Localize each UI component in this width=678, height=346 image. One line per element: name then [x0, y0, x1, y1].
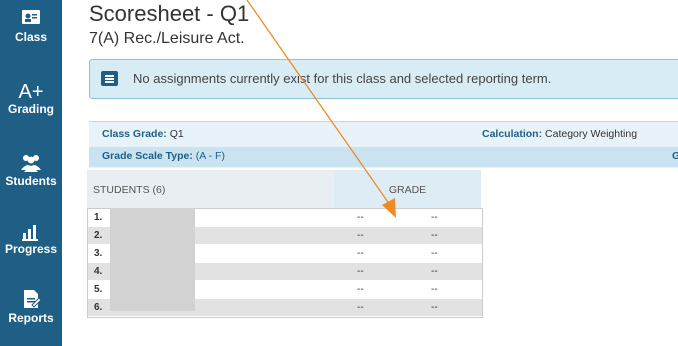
sidebar-item-grading[interactable]: A+ Grading: [0, 82, 62, 116]
sidebar-item-students[interactable]: Students: [0, 152, 62, 188]
row-number: 3.: [94, 248, 103, 259]
grade-scale-label: Grade Scale Type:: [102, 150, 193, 162]
sidebar-item-label: Grading: [7, 102, 54, 116]
progress-icon: [22, 225, 38, 241]
sidebar-item-progress[interactable]: Progress: [0, 222, 62, 256]
grade-cell: --: [431, 284, 438, 295]
grade-header-label: GRADE: [388, 184, 427, 196]
students-icon: [21, 155, 41, 172]
grade-cell: --: [357, 230, 364, 241]
row-number: 5.: [94, 284, 103, 295]
grade-cell: --: [357, 212, 364, 223]
grading-icon: A+: [18, 81, 44, 103]
row-number: 4.: [94, 266, 103, 277]
grade-cell: --: [431, 266, 438, 277]
grade-cell: --: [431, 248, 438, 259]
page-subtitle: 7(A) Rec./Leisure Act.: [89, 30, 245, 47]
grade-scale-value: (A - F): [195, 150, 225, 162]
page-title: Scoresheet - Q1: [89, 1, 250, 26]
grade-cell: --: [357, 302, 364, 313]
alert-text: No assignments currently exist for this …: [133, 71, 552, 86]
sidebar-item-label: Progress: [4, 242, 58, 256]
calculation-value: Category Weighting: [545, 128, 638, 140]
class-grade-label: Class Grade:: [102, 128, 167, 140]
row-number: 6.: [94, 302, 103, 313]
row-number: 1.: [94, 212, 103, 223]
grade-cell: --: [431, 302, 438, 313]
class-info-row: Class Grade: Q1 Calculation: Category We…: [89, 125, 678, 145]
sidebar-item-label: Class: [14, 30, 48, 44]
row-number: 2.: [94, 230, 103, 241]
grade-cell: --: [431, 230, 438, 241]
sidebar-item-reports[interactable]: Reports: [0, 287, 62, 325]
sidebar-item-label: Students: [5, 174, 57, 188]
calculation-label: Calculation:: [482, 128, 543, 140]
class-info-panel: Class Grade: Q1 Calculation: Category We…: [89, 121, 678, 168]
grade-cell: --: [357, 284, 364, 295]
reports-icon: [24, 290, 42, 308]
students-header[interactable]: STUDENTS (6): [87, 170, 334, 208]
grade-header[interactable]: GRADE: [334, 170, 481, 208]
message-icon: [101, 71, 118, 86]
redacted-student-names: [110, 208, 195, 311]
students-header-label: STUDENTS (6): [93, 184, 166, 196]
grade-cell: --: [357, 266, 364, 277]
grade-cell: --: [357, 248, 364, 259]
grade-scale-row: Grade Scale Type: (A - F) G: [89, 147, 678, 167]
truncated-label: G: [672, 150, 678, 162]
class-grade-value: Q1: [169, 128, 184, 140]
grade-cell: --: [431, 212, 438, 223]
sidebar-item-class[interactable]: Class: [0, 8, 62, 44]
sidebar: Class A+ Grading Students Progress Repor…: [0, 0, 62, 346]
sidebar-item-label: Reports: [8, 311, 54, 325]
info-alert: No assignments currently exist for this …: [89, 59, 678, 99]
class-icon: [22, 10, 40, 24]
